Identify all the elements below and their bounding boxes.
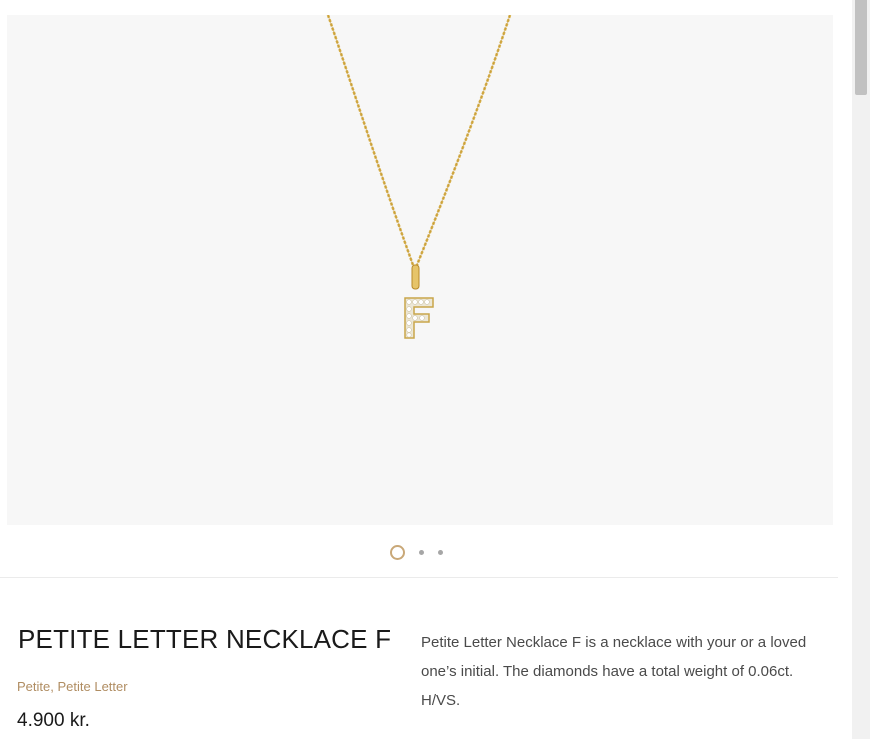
product-categories: Petite, Petite Letter — [17, 679, 128, 694]
carousel-dot[interactable] — [438, 549, 443, 555]
pendant-bail — [411, 264, 420, 290]
category-link-petite[interactable]: Petite — [17, 679, 50, 694]
scrollbar-track[interactable] — [852, 0, 870, 739]
category-link-petite-letter[interactable]: Petite Letter — [57, 679, 127, 694]
necklace-image — [326, 15, 512, 339]
section-divider — [0, 577, 838, 578]
product-image-gallery[interactable] — [7, 15, 833, 525]
product-description: Petite Letter Necklace F is a necklace w… — [421, 634, 807, 709]
carousel-dot[interactable] — [419, 549, 424, 555]
chain-right — [415, 15, 512, 266]
letter-f-pendant — [404, 297, 434, 339]
gallery-pagination — [390, 544, 443, 560]
product-title: PETITE LETTER NECKLACE F — [18, 624, 392, 654]
product-price: 4.900 kr. — [17, 710, 90, 731]
scrollbar-thumb[interactable] — [855, 0, 867, 95]
carousel-dot-active[interactable] — [390, 544, 405, 560]
